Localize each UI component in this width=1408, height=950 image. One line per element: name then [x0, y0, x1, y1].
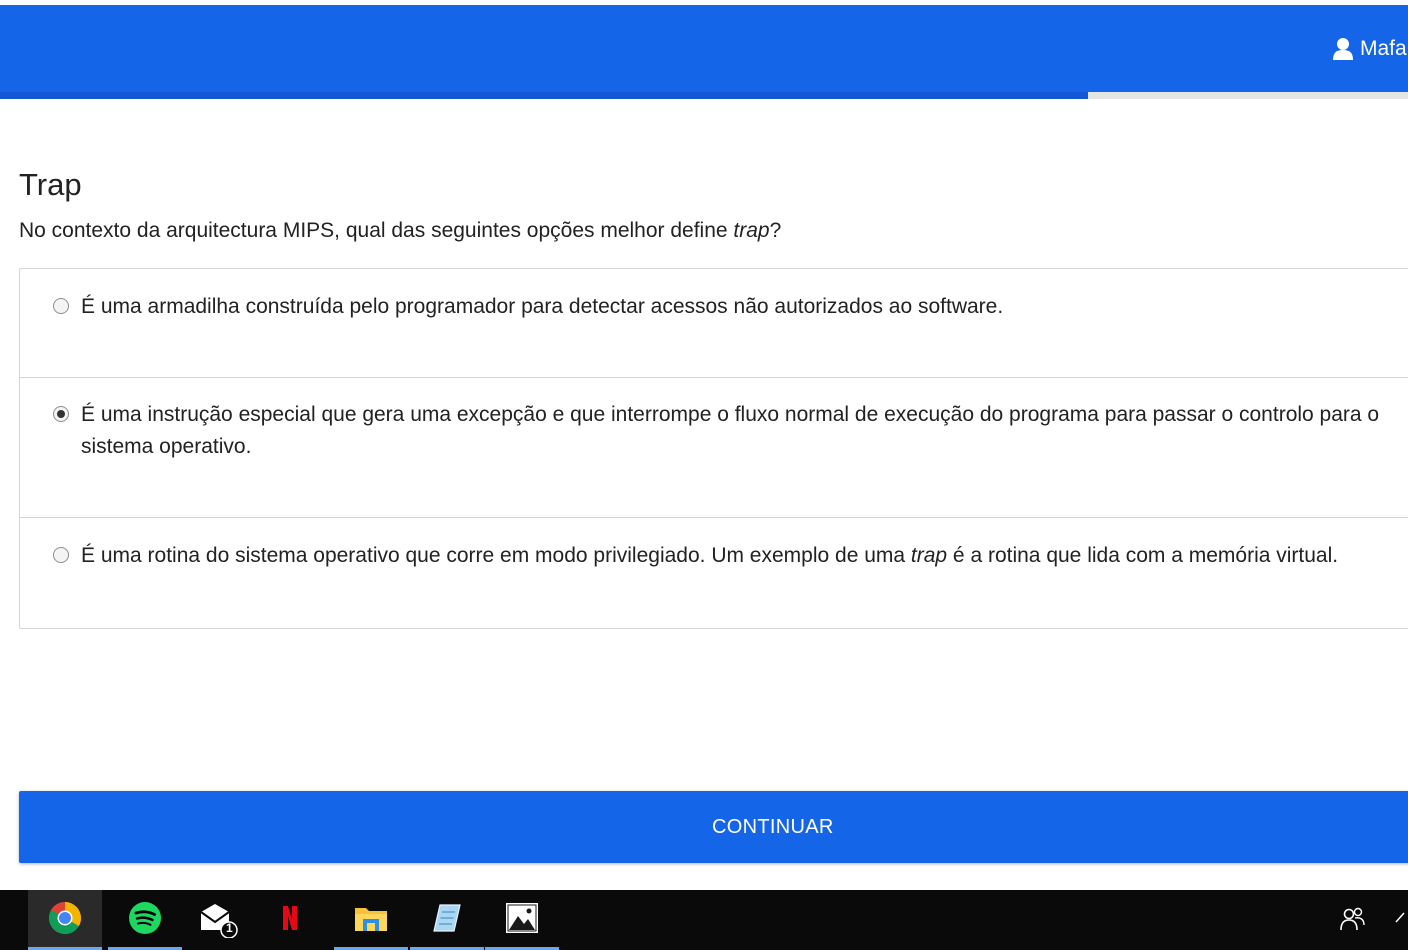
question-text: No contexto da arquitectura MIPS, qual d… [19, 216, 781, 246]
netflix-icon [280, 904, 300, 937]
question-text-after: ? [769, 219, 782, 242]
question-title: Trap [19, 167, 82, 202]
radio-button[interactable] [53, 547, 69, 563]
answer-option-3[interactable]: É uma rotina do sistema operativo que co… [20, 518, 1408, 628]
answer-option-label: É uma armadilha construída pelo programa… [81, 295, 1004, 318]
taskbar-file-explorer[interactable] [334, 890, 408, 950]
answer-option-text-emphasis: trap [910, 544, 948, 567]
answer-option-2[interactable]: É uma instrução especial que gera uma ex… [20, 378, 1408, 518]
photos-icon [505, 902, 539, 939]
radio-button[interactable] [53, 298, 69, 314]
file-explorer-icon [353, 903, 389, 938]
taskbar-netflix[interactable] [253, 890, 327, 950]
question-text-emphasis: trap [733, 219, 770, 242]
taskbar-notepad[interactable] [410, 890, 484, 950]
taskbar-chrome[interactable] [28, 890, 102, 950]
continue-button-label: CONTINUAR [712, 816, 834, 838]
app-header: Mafa [0, 5, 1408, 92]
people-icon[interactable] [1340, 906, 1366, 937]
chevron-up-icon[interactable] [1394, 910, 1408, 931]
chrome-icon [48, 901, 82, 940]
radio-button[interactable] [53, 406, 69, 422]
question-text-before: No contexto da arquitectura MIPS, qual d… [19, 219, 734, 242]
spotify-icon [128, 901, 162, 940]
mail-badge: 1 [226, 920, 233, 935]
answer-option-text-before: É uma rotina do sistema operativo que co… [81, 544, 911, 567]
answer-options: É uma armadilha construída pelo programa… [19, 268, 1408, 629]
user-icon [1332, 37, 1354, 61]
continue-button[interactable]: CONTINUAR [19, 791, 1408, 863]
taskbar-spotify[interactable] [108, 890, 182, 950]
taskbar: 1 [0, 890, 1408, 950]
progress-bar [0, 92, 1408, 99]
answer-option-1[interactable]: É uma armadilha construída pelo programa… [20, 269, 1408, 378]
progress-fill [0, 92, 1088, 99]
taskbar-photos[interactable] [485, 890, 559, 950]
user-name: Mafa [1360, 37, 1407, 60]
answer-option-text-after: é a rotina que lida com a memória virtua… [947, 544, 1339, 567]
mail-icon: 1 [195, 898, 239, 943]
user-menu[interactable]: Mafa [1332, 36, 1407, 62]
answer-option-label: É uma instrução especial que gera uma ex… [81, 403, 1380, 458]
notepad-icon [430, 902, 464, 939]
answer-option-label: É uma rotina do sistema operativo que co… [81, 540, 1408, 572]
taskbar-mail[interactable]: 1 [180, 890, 254, 950]
